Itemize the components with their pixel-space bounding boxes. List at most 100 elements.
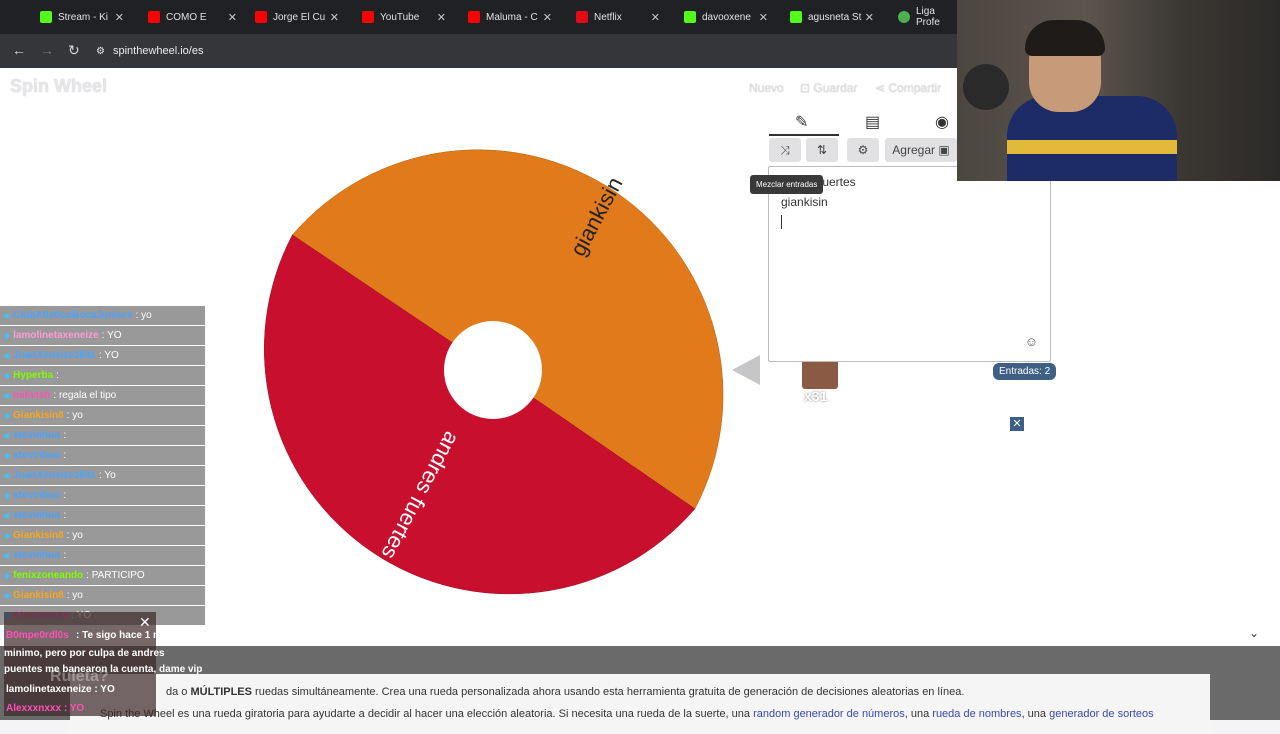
browser-tab[interactable]: Stream - Ki ✕ bbox=[40, 6, 130, 28]
shuffle-icon: ⤨ bbox=[780, 142, 790, 157]
chat-username[interactable]: stevinhuo bbox=[13, 430, 60, 441]
alert-message: : Te sigo hace 1 mes bbox=[76, 630, 174, 641]
kick-icon bbox=[684, 11, 696, 23]
entries-textarea[interactable]: fuertes giankisin ☺ bbox=[768, 166, 1051, 362]
save-label: Guardar bbox=[813, 81, 858, 95]
description-text: da o bbox=[166, 686, 191, 698]
close-tab-icon[interactable]: ✕ bbox=[228, 11, 237, 24]
url-text: spinthewheel.io/es bbox=[112, 45, 204, 57]
browser-tab[interactable]: Maluma - C ✕ bbox=[468, 6, 558, 28]
emoji-icon[interactable]: ☺ bbox=[1025, 334, 1038, 349]
badge-icon: ◆ bbox=[4, 391, 11, 400]
save-button[interactable]: ⊡ Guardar bbox=[800, 81, 857, 95]
chat-username[interactable]: Giankisin8 bbox=[13, 410, 64, 421]
random-number-link[interactable]: random generador de números bbox=[753, 708, 905, 720]
badge-icon: ◆ bbox=[4, 351, 11, 360]
youtube-icon bbox=[148, 11, 160, 23]
sort-button[interactable]: ⇅ bbox=[806, 138, 838, 162]
browser-tab[interactable]: davooxene ✕ bbox=[684, 6, 774, 28]
chat-username[interactable]: fenixzoneando bbox=[13, 570, 83, 581]
youtube-icon bbox=[362, 11, 374, 23]
chat-message: ◆ stevinhuo: bbox=[0, 546, 205, 565]
microphone bbox=[963, 64, 1009, 110]
forward-icon[interactable]: → bbox=[40, 42, 54, 58]
alert-user: B0mpe0rdl0s bbox=[6, 630, 69, 641]
share-button[interactable]: ⋖ Compartir bbox=[875, 81, 941, 95]
chat-username[interactable]: ClubAtleticoBocaJuniors bbox=[13, 310, 132, 321]
chat-text: : yo bbox=[135, 310, 152, 321]
chat-message: ◆ milivish: regala el tipo bbox=[0, 386, 205, 405]
close-icon[interactable]: ✕ bbox=[1010, 417, 1024, 431]
badge-icon: ◆ bbox=[4, 551, 11, 560]
close-tab-icon[interactable]: ✕ bbox=[437, 11, 446, 24]
back-icon[interactable]: ← bbox=[12, 42, 26, 58]
close-tab-icon[interactable]: ✕ bbox=[115, 11, 124, 24]
browser-tab[interactable]: Liga Profe bbox=[898, 6, 958, 28]
chat-text: : yo bbox=[66, 530, 83, 541]
description-line: Spin the Wheel es una rueda giratoria pa… bbox=[100, 708, 1154, 720]
close-tab-icon[interactable]: ✕ bbox=[543, 11, 552, 24]
chat-username[interactable]: Giankisin8 bbox=[13, 590, 64, 601]
name-wheel-link[interactable]: rueda de nombres bbox=[932, 708, 1021, 720]
clipboard-icon[interactable]: ▤ bbox=[865, 112, 880, 132]
editor-toolbar: ⤨ ⇅ ⚙ Agregar ▣ bbox=[769, 138, 957, 164]
chat-username[interactable]: stevinhuo bbox=[13, 510, 60, 521]
browser-tab[interactable]: COMO E ✕ bbox=[148, 6, 243, 28]
chat-username[interactable]: Giankisin8 bbox=[13, 530, 64, 541]
chat-username[interactable]: stevinhuo bbox=[13, 490, 60, 501]
chat-username[interactable]: JuanXeneize1891 bbox=[13, 470, 96, 481]
reload-icon[interactable]: ↻ bbox=[68, 42, 80, 59]
shirt-stripe bbox=[1007, 140, 1177, 154]
youtube-icon bbox=[255, 11, 267, 23]
chat-message: ◆ JuanXeneize1891: YO bbox=[0, 346, 205, 365]
alert-message: Alexxxnxxx : YO bbox=[6, 703, 85, 714]
description-bold: MÚLTIPLES bbox=[190, 686, 252, 698]
url-field[interactable]: ⚙ spinthewheel.io/es bbox=[96, 41, 203, 61]
close-tab-icon[interactable]: ✕ bbox=[330, 11, 339, 24]
chat-message: ◆ Giankisin8: yo bbox=[0, 586, 205, 605]
add-image-button[interactable]: Agregar ▣ bbox=[885, 138, 957, 162]
chat-message: ◆ fenixzoneando: PARTICIPO bbox=[0, 566, 205, 585]
chat-message: ◆ ClubAtleticoBocaJuniors: yo bbox=[0, 306, 205, 325]
badge-icon: ◆ bbox=[4, 531, 11, 540]
tab-label: Netflix bbox=[594, 11, 622, 23]
kick-icon bbox=[40, 11, 52, 23]
wheel-center[interactable] bbox=[444, 321, 542, 419]
chat-username[interactable]: stevinhuo bbox=[13, 550, 60, 561]
site-info-icon[interactable]: ⚙ bbox=[96, 46, 105, 57]
browser-tab[interactable]: Jorge El Cu ✕ bbox=[255, 6, 345, 28]
chat-text: : bbox=[63, 430, 67, 441]
browser-tab[interactable]: agusneta St ✕ bbox=[790, 6, 880, 28]
chat-message: ◆ lamolinetaxeneize: YO bbox=[0, 326, 205, 345]
description-line: da o MÚLTIPLES ruedas simultáneamente. C… bbox=[166, 686, 964, 698]
shuffle-button[interactable]: ⤨ bbox=[769, 138, 801, 162]
close-tab-icon[interactable]: ✕ bbox=[865, 11, 874, 24]
browser-tab[interactable]: Netflix ✕ bbox=[576, 6, 666, 28]
chat-text: : bbox=[63, 550, 67, 561]
chat-text: : Yo bbox=[98, 470, 116, 481]
browser-tab[interactable]: YouTube ✕ bbox=[362, 6, 452, 28]
chat-username[interactable]: milivish bbox=[13, 390, 50, 401]
editor-tabs: ✎ ▤ ◉ bbox=[769, 108, 959, 136]
tab-label: COMO E bbox=[166, 11, 207, 23]
chat-username[interactable]: Hyperba bbox=[13, 370, 53, 381]
chat-text: : PARTICIPO bbox=[86, 570, 145, 581]
chat-text: : bbox=[63, 510, 67, 521]
chat-message: ◆ Hyperba: bbox=[0, 366, 205, 385]
pencil-icon[interactable]: ✎ bbox=[795, 112, 808, 132]
eye-slash-icon[interactable]: ◉ bbox=[935, 112, 949, 132]
close-tab-icon[interactable]: ✕ bbox=[651, 11, 660, 24]
chevron-down-icon[interactable]: ⌄ bbox=[1249, 626, 1259, 640]
chat-username[interactable]: lamolinetaxeneize bbox=[13, 330, 99, 341]
badge-icon: ◆ bbox=[4, 371, 11, 380]
close-tab-icon[interactable]: ✕ bbox=[759, 11, 768, 24]
streamer-shirt bbox=[1007, 96, 1177, 181]
chat-username[interactable]: JuanXeneize1891 bbox=[13, 350, 96, 361]
close-icon[interactable]: ✕ bbox=[139, 614, 151, 631]
raffle-link[interactable]: generador de sorteos bbox=[1049, 708, 1154, 720]
tab-label: Liga Profe bbox=[916, 6, 940, 28]
badge-icon: ◆ bbox=[4, 431, 11, 440]
settings-button[interactable]: ⚙ bbox=[847, 138, 879, 162]
badge-icon: ◆ bbox=[4, 411, 11, 420]
chat-username[interactable]: stevinhuo bbox=[13, 450, 60, 461]
